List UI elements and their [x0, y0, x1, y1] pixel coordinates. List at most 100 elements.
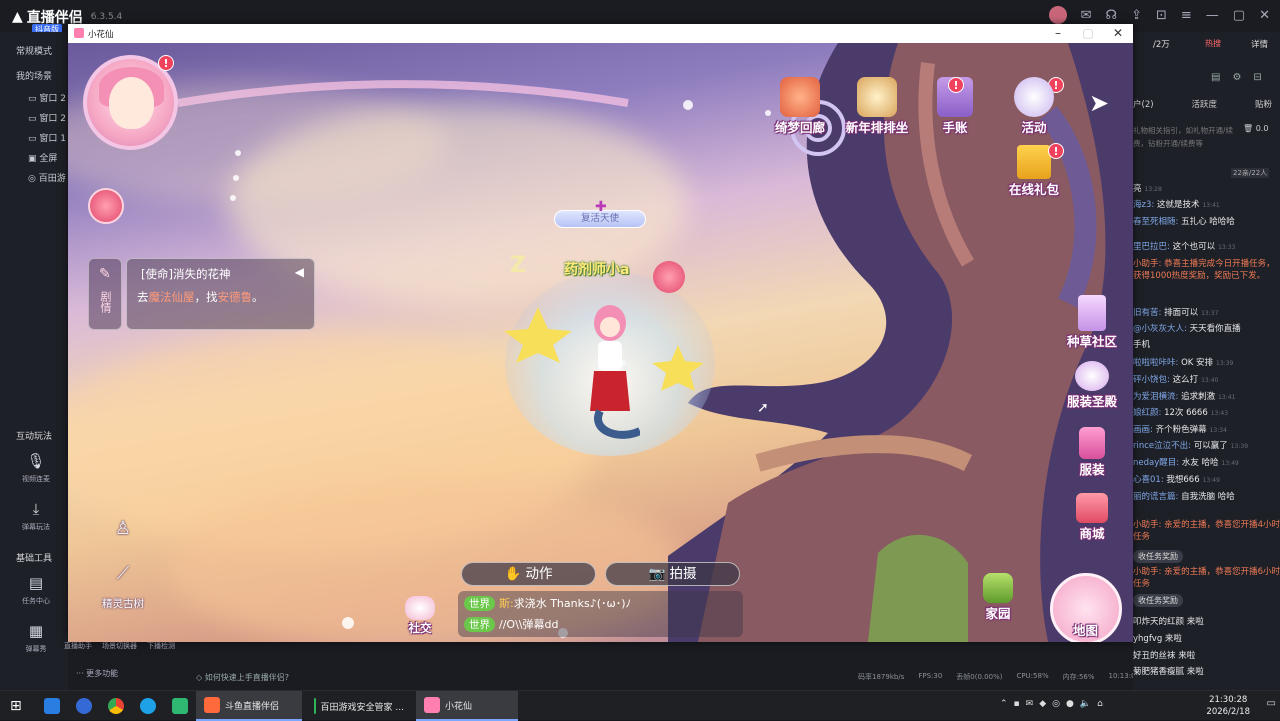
list-icon[interactable]: ▤	[1211, 72, 1220, 83]
chat-message: 好丑的丝袜 来啦	[1133, 649, 1280, 661]
taskbar-pinned[interactable]	[132, 691, 164, 721]
close-icon[interactable]: ✕	[1103, 25, 1133, 42]
story-tab[interactable]: ✎ 剧情	[88, 258, 122, 330]
message-icon[interactable]: ✉	[1081, 8, 1092, 23]
tray-icon[interactable]: ●	[1066, 699, 1074, 709]
minimize-icon[interactable]: —	[1206, 8, 1219, 23]
settings-icon[interactable]: ⚙	[1232, 72, 1241, 83]
close-icon[interactable]: ✕	[1259, 8, 1270, 23]
character-name[interactable]: 药剂师小a	[564, 259, 629, 279]
menu-costume-temple[interactable]: 服装圣殿	[1060, 361, 1124, 410]
chat-username[interactable]: 画画:	[1133, 425, 1153, 435]
taskbar-pinned[interactable]	[36, 691, 68, 721]
chat-username[interactable]: 砰小饶包:	[1133, 375, 1170, 385]
host-sidebar: 常规模式 我的场景 ▭ 窗口 2 ▭ 窗口 2 ▭ 窗口 1 ▣ 全屏 ◎ 百田…	[0, 32, 68, 690]
taskbar-pinned[interactable]	[100, 691, 132, 721]
action-button[interactable]: ✋ 动作	[461, 562, 596, 586]
chat-username[interactable]: 小助手:	[1133, 520, 1161, 530]
chat-username[interactable]: 春至死相随:	[1133, 217, 1178, 227]
system-clock[interactable]: 21:30:28 2026/2/18	[1206, 694, 1250, 718]
task-center-tool[interactable]: ▤ 任务中心	[16, 574, 56, 606]
bottom-tool[interactable]: 直播助手	[64, 641, 92, 651]
collapse-icon[interactable]: ⊟	[1253, 72, 1261, 83]
taskbar-app[interactable]: 百田游戏安全管家 ...	[306, 691, 412, 721]
panel-icons: ▤ ⚙ ⊟	[1211, 72, 1262, 83]
chat-text: yhgfvg 来啦	[1133, 634, 1182, 644]
quest-tracker[interactable]: ✎ 剧情 [使命]消失的花神 ◀ 去魔法仙屋，找安德鲁。	[88, 258, 315, 330]
taskbar-pinned[interactable]	[68, 691, 100, 721]
collapse-arrow-icon[interactable]: ◀	[295, 265, 304, 279]
tray-icon[interactable]: ✉	[1026, 699, 1034, 709]
chat-message: 小助手: 亲爱的主播，恭喜您开播6小时任务	[1133, 565, 1280, 589]
quest-npc[interactable]: 安德鲁	[218, 290, 253, 304]
network-icon[interactable]: ⌂	[1097, 699, 1103, 709]
chat-username[interactable]: 为爱泪横流:	[1133, 392, 1178, 402]
tray-icon[interactable]: ◎	[1052, 699, 1060, 709]
taskbar-pinned[interactable]	[164, 691, 196, 721]
more-features-button[interactable]: ··· 更多功能	[76, 668, 118, 679]
chat-username[interactable]: 里巴拉巴:	[1133, 242, 1170, 252]
bottom-tool[interactable]: 场景切换器	[102, 641, 137, 651]
pet-icon[interactable]	[88, 188, 124, 224]
menu-new-year-seat[interactable]: 新年排排坐	[838, 77, 916, 136]
volume-icon[interactable]: 🔈	[1080, 699, 1091, 709]
spirit-tree-button[interactable]: ♙ ⟋ 精灵古树	[93, 518, 153, 611]
claim-reward-button[interactable]: 收任务奖励	[1133, 594, 1183, 607]
chat-username[interactable]: 丽的谎言篇:	[1133, 492, 1178, 502]
trash-icon[interactable]: 🗑	[1243, 124, 1256, 133]
expand-arrow-icon[interactable]: ➤	[1086, 89, 1112, 117]
menu-shop[interactable]: 商城	[1070, 493, 1114, 542]
hot-search-tag[interactable]: 热搜	[1205, 38, 1221, 49]
notice-count: 🗑 0.0	[1243, 124, 1269, 133]
tray-icon[interactable]: ◆	[1039, 699, 1046, 709]
tab-fans[interactable]: 贴粉	[1255, 98, 1272, 110]
taskbar-app[interactable]: 斗鱼直播伴侣	[196, 691, 302, 721]
bottom-tool[interactable]: 下播检测	[147, 641, 175, 651]
headset-icon[interactable]: ☊	[1106, 8, 1118, 23]
chat-username[interactable]: neday醒目:	[1133, 458, 1179, 468]
chat-username[interactable]: 旧有苦:	[1133, 308, 1161, 318]
photo-button[interactable]: 📷 拍摄	[605, 562, 740, 586]
danmaku-play-tool[interactable]: ⤓ 弹幕玩法	[16, 500, 56, 532]
map-button[interactable]: 地图	[1050, 573, 1122, 642]
chat-username[interactable]: @小灰灰大人:	[1133, 324, 1187, 334]
quest-box[interactable]: [使命]消失的花神 ◀ 去魔法仙屋，找安德鲁。	[126, 258, 315, 330]
tab-users[interactable]: 户(2)	[1133, 98, 1154, 110]
world-chat[interactable]: 世界 斯:求浇水 Thanks♪(･ω･)ﾉ 世界//O\\弹幕dd	[458, 591, 743, 637]
chat-username[interactable]: 海z3:	[1133, 200, 1154, 210]
notification-icon[interactable]: ▭	[1267, 698, 1276, 709]
tray-icon[interactable]: ▪	[1014, 699, 1020, 709]
menu-icon[interactable]: ≡	[1181, 8, 1192, 23]
chat-username[interactable]: 娘红颜:	[1133, 408, 1161, 418]
chat-username[interactable]: 心喜01:	[1133, 475, 1164, 485]
menu-community[interactable]: 种草社区	[1060, 295, 1124, 350]
gift-icon	[1017, 145, 1051, 179]
menu-activity[interactable]: 活动	[1006, 77, 1062, 136]
menu-costume[interactable]: 服装	[1070, 427, 1114, 478]
maximize-icon[interactable]: ▢	[1233, 8, 1245, 23]
video-connect-tool[interactable]: 🎙 视频连麦	[16, 452, 56, 484]
quest-location[interactable]: 魔法仙屋	[149, 290, 195, 304]
claim-reward-button[interactable]: 收任务奖励	[1133, 550, 1183, 563]
detail-link[interactable]: 详情	[1251, 38, 1268, 50]
maximize-icon[interactable]: ▢	[1073, 25, 1103, 42]
game-scene[interactable]: ! ✎ 剧情 [使命]消失的花神 ◀ 去魔法仙屋，找安德鲁。 绮梦回廊 新年排排…	[68, 43, 1133, 642]
user-avatar[interactable]	[1048, 6, 1067, 24]
start-button[interactable]: ⊞	[2, 691, 30, 721]
menu-corridor[interactable]: 绮梦回廊	[768, 77, 832, 136]
settings-icon[interactable]: ⊡	[1156, 8, 1167, 23]
chat-username[interactable]: 小助手:	[1133, 567, 1161, 577]
help-link[interactable]: ◇ 如何快速上手直播伴侣?	[196, 672, 289, 683]
danmaku-show-tool[interactable]: ▦ 弹幕秀	[16, 622, 56, 654]
chat-username[interactable]: 小助手:	[1133, 259, 1161, 269]
social-button[interactable]: 社交	[400, 596, 440, 636]
tray-icon[interactable]: ⌃	[1000, 699, 1008, 709]
chat-username[interactable]: rince泣泣不出:	[1133, 441, 1191, 451]
home-button[interactable]: 家园	[978, 573, 1018, 622]
chat-username[interactable]: 啦啦啦咔咔:	[1133, 358, 1178, 368]
share-icon[interactable]: ⇪	[1131, 8, 1142, 23]
tab-activity[interactable]: 活跃度	[1192, 98, 1218, 110]
player-character[interactable]	[580, 301, 640, 441]
minimize-icon[interactable]: –	[1043, 25, 1073, 42]
taskbar-app[interactable]: 小花仙	[416, 691, 518, 721]
